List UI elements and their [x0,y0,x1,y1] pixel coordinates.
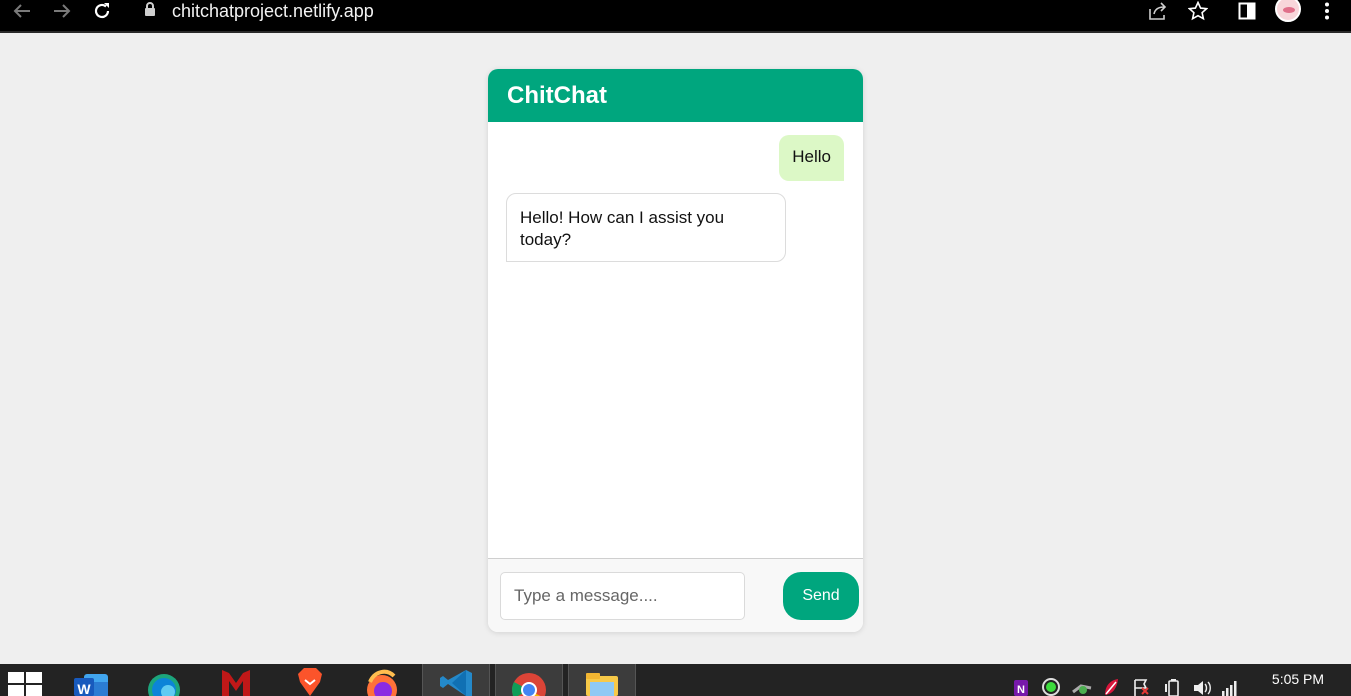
vpn-network-icon[interactable] [1070,664,1094,696]
address-bar-url[interactable]: chitchatproject.netlify.app [172,0,374,22]
forward-arrow-icon[interactable] [50,0,74,22]
back-arrow-icon[interactable] [10,0,34,22]
svg-text:N: N [1017,684,1025,696]
chrome-icon[interactable] [495,664,563,696]
edge-icon[interactable] [134,664,194,696]
side-panel-icon[interactable] [1236,0,1258,22]
mcafee-icon[interactable] [206,664,266,696]
profile-avatar[interactable] [1274,0,1302,22]
chat-window: ChitChat Hello Hello! How can I assist y… [488,69,863,632]
browser-toolbar: chitchatproject.netlify.app [0,0,1351,33]
lock-icon[interactable] [144,1,160,19]
chat-header: ChitChat [488,69,863,122]
star-icon[interactable] [1186,0,1210,22]
reload-icon[interactable] [90,0,114,22]
taskbar-clock[interactable]: 5:05 PM [1262,671,1334,687]
battery-icon[interactable] [1162,664,1184,696]
vscode-icon[interactable] [422,664,490,696]
word-icon[interactable]: W [64,664,116,696]
leaf-app-icon[interactable] [1100,664,1122,696]
share-icon[interactable] [1146,0,1170,22]
message-list[interactable]: Hello Hello! How can I assist you today? [488,122,863,558]
send-button[interactable]: Send [783,572,859,620]
firefox-icon[interactable] [352,664,412,696]
windows-taskbar: W N 5:05 PM [0,664,1351,696]
bot-message: Hello! How can I assist you today? [506,193,786,262]
flag-icon[interactable] [1130,664,1152,696]
wifi-signal-icon[interactable] [1220,664,1240,696]
chat-title: ChitChat [507,82,607,109]
onenote-icon[interactable]: N [1010,664,1032,696]
message-input[interactable] [500,572,745,620]
svg-text:W: W [77,681,91,696]
user-message: Hello [779,135,844,181]
avatar [1275,0,1301,22]
brave-icon[interactable] [280,664,340,696]
volume-icon[interactable] [1190,664,1214,696]
windows-start-icon[interactable] [0,664,50,696]
message-composer: Send [488,558,863,632]
menu-dots-icon[interactable] [1316,0,1338,22]
recording-icon[interactable] [1040,664,1062,696]
file-explorer-icon[interactable] [568,664,636,696]
